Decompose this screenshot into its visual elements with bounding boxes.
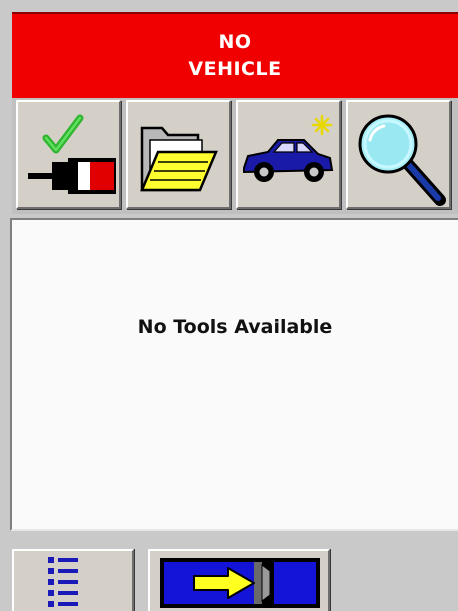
app-window: NO VEHICLE No Tools Available <box>0 0 458 611</box>
new-vehicle-button[interactable] <box>236 100 341 209</box>
open-folder-button[interactable] <box>126 100 231 209</box>
tools-panel: No Tools Available <box>10 218 458 531</box>
no-tools-message: No Tools Available <box>137 316 333 338</box>
toolbar <box>12 98 458 214</box>
vehicle-status-banner: NO VEHICLE <box>12 12 458 98</box>
magnifier-icon <box>358 114 446 206</box>
forward-arrow-icon <box>160 558 320 608</box>
search-button[interactable] <box>346 100 451 209</box>
vehicle-connection-check-icon <box>28 114 116 194</box>
list-icon <box>48 557 78 607</box>
vehicle-status-line1: NO <box>218 31 252 53</box>
new-vehicle-icon <box>243 114 334 182</box>
continue-button[interactable] <box>148 549 330 611</box>
vehicle-status-line2: VEHICLE <box>188 58 282 80</box>
open-folder-icon <box>140 126 218 192</box>
menu-list-button[interactable] <box>12 549 134 611</box>
connection-check-button[interactable] <box>16 100 121 209</box>
